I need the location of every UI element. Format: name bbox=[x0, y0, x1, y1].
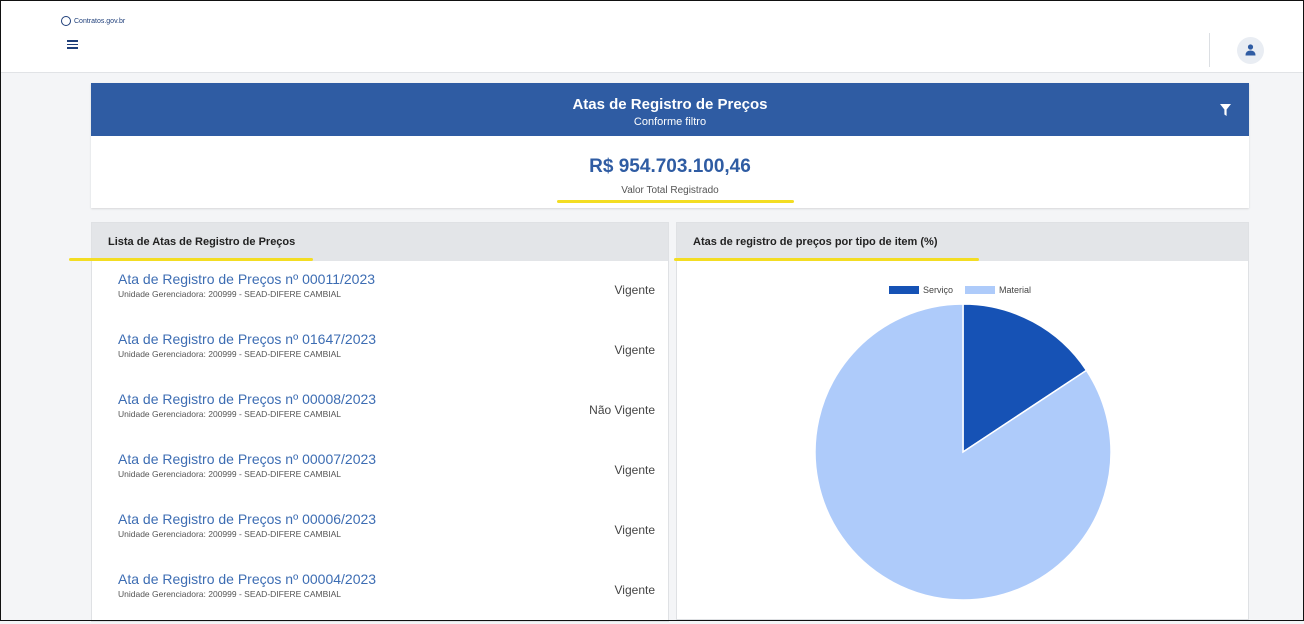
page-title: Atas de Registro de Preços bbox=[572, 96, 768, 113]
highlight-underline bbox=[674, 258, 979, 261]
ata-unit: Unidade Gerenciadora: 200999 - SEAD-DIFE… bbox=[118, 589, 341, 599]
list-item[interactable]: Ata de Registro de Preços nº 00007/2023 U… bbox=[92, 444, 668, 504]
total-value: R$ 954.703.100,46 bbox=[589, 156, 751, 177]
status-text: Vigente bbox=[614, 283, 655, 297]
user-menu-button[interactable] bbox=[1237, 37, 1264, 64]
top-bar: Contratos.gov.br bbox=[1, 1, 1303, 73]
summary-card: Atas de Registro de Preços Conforme filt… bbox=[91, 83, 1249, 208]
list-item[interactable]: Ata de Registro de Preços nº 01647/2023 U… bbox=[92, 324, 668, 384]
divider bbox=[1209, 33, 1210, 67]
ata-title-link[interactable]: Ata de Registro de Preços nº 00004/2023 bbox=[118, 571, 376, 587]
pie-chart bbox=[814, 303, 1112, 601]
logo-icon bbox=[61, 16, 71, 26]
atas-list-panel: Lista de Atas de Registro de Preços Ata … bbox=[91, 222, 669, 622]
status-text: Vigente bbox=[614, 523, 655, 537]
ata-unit: Unidade Gerenciadora: 200999 - SEAD-DIFE… bbox=[118, 349, 341, 359]
logo[interactable]: Contratos.gov.br bbox=[61, 16, 125, 26]
status-text: Vigente bbox=[614, 463, 655, 477]
ata-unit: Unidade Gerenciadora: 200999 - SEAD-DIFE… bbox=[118, 469, 341, 479]
list-item[interactable]: Ata de Registro de Preços nº 00008/2023 U… bbox=[92, 384, 668, 444]
list-header: Lista de Atas de Registro de Preços bbox=[92, 223, 668, 261]
list-item[interactable]: Ata de Registro de Preços nº 00006/2023 U… bbox=[92, 504, 668, 564]
ata-title-link[interactable]: Ata de Registro de Preços nº 01647/2023 bbox=[118, 331, 376, 347]
status-text: Vigente bbox=[614, 583, 655, 597]
ata-title-link[interactable]: Ata de Registro de Preços nº 00011/2023 bbox=[118, 271, 375, 287]
highlight-underline bbox=[69, 258, 313, 261]
ata-title-link[interactable]: Ata de Registro de Preços nº 00006/2023 bbox=[118, 511, 376, 527]
ata-unit: Unidade Gerenciadora: 200999 - SEAD-DIFE… bbox=[118, 409, 341, 419]
summary-header: Atas de Registro de Preços Conforme filt… bbox=[91, 83, 1249, 136]
menu-icon[interactable] bbox=[67, 40, 78, 49]
logo-text: Contratos.gov.br bbox=[74, 17, 126, 25]
highlight-underline bbox=[557, 200, 794, 203]
ata-title-link[interactable]: Ata de Registro de Preços nº 00007/2023 bbox=[118, 451, 376, 467]
user-icon bbox=[1245, 44, 1256, 56]
ata-unit: Unidade Gerenciadora: 200999 - SEAD-DIFE… bbox=[118, 529, 341, 539]
list-item[interactable]: Ata de Registro de Preços nº 00004/2023 U… bbox=[92, 564, 668, 624]
ata-title-link[interactable]: Ata de Registro de Preços nº 00008/2023 bbox=[118, 391, 376, 407]
status-text: Vigente bbox=[614, 343, 655, 357]
ata-unit: Unidade Gerenciadora: 200999 - SEAD-DIFE… bbox=[118, 289, 341, 299]
filter-icon[interactable] bbox=[1220, 104, 1231, 116]
total-label: Valor Total Registrado bbox=[621, 185, 719, 196]
page-subtitle: Conforme filtro bbox=[633, 116, 707, 128]
status-text: Não Vigente bbox=[589, 403, 655, 417]
list-item[interactable]: Ata de Registro de Preços nº 00011/2023 U… bbox=[92, 264, 668, 324]
chart-panel: Atas de registro de preços por tipo de i… bbox=[676, 222, 1249, 620]
